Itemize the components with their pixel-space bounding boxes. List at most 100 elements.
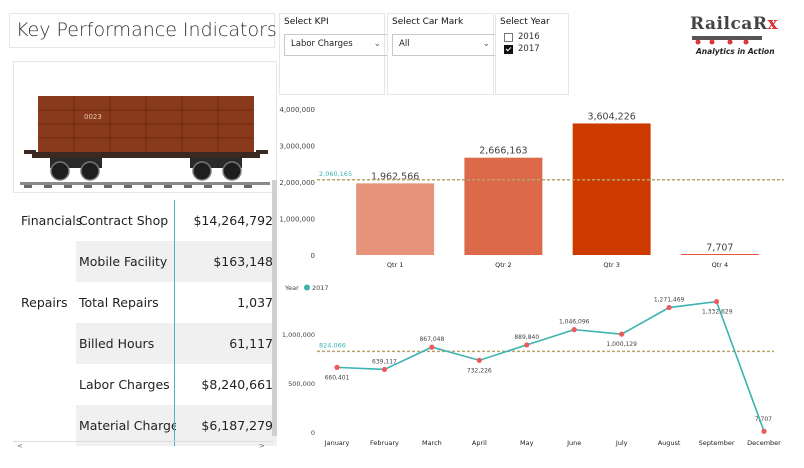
bar [464, 157, 543, 255]
table-row: Repairs Total Repairs 1,037 [13, 282, 273, 323]
car-mark-slicer-label: Select Car Mark [392, 17, 464, 27]
average-label: 824,066 [319, 341, 346, 349]
logo-train-icon [692, 36, 762, 45]
data-point [334, 364, 340, 370]
kpi-dropdown[interactable]: Labor Charges ⌄ [284, 34, 388, 56]
legend-series-label: 2017 [312, 284, 329, 292]
chevron-down-icon: ⌄ [482, 39, 490, 49]
y-tick-label: 1,000,000 [279, 216, 315, 224]
x-tick-label: Qtr 3 [603, 261, 620, 269]
data-point [524, 342, 530, 348]
row-group: Financials [21, 213, 83, 228]
x-tick-label: April [472, 439, 487, 447]
row-group [13, 405, 84, 446]
data-point [476, 357, 482, 363]
row-group [13, 323, 84, 364]
year-option-label: 2017 [518, 44, 540, 54]
bar-chart-svg: 0 1,000,000 2,000,000 3,000,000 4,000,000 1,9… [279, 106, 784, 269]
car-number: 0023 [84, 113, 102, 121]
bar-value-label: 1,962,566 [371, 171, 419, 182]
data-point [666, 304, 672, 311]
year-slicer: Select Year 2016 2017 [495, 13, 569, 95]
bar [572, 123, 651, 255]
table-row: Mobile Facility $163,148 [13, 241, 277, 282]
logo-wordmark: RailcaRx [690, 14, 779, 34]
data-point [429, 344, 435, 350]
railcarrx-logo: RailcaRx Analytics in Action [690, 14, 779, 62]
chevron-down-icon: ⌄ [373, 39, 381, 49]
table-vertical-scrollbar[interactable] [272, 180, 277, 436]
kpi-slicer-label: Select KPI [284, 17, 329, 27]
row-group [13, 364, 84, 405]
railcar-image: 0023 [13, 61, 277, 193]
x-tick-label: August [658, 439, 681, 447]
x-tick-label: Qtr 2 [495, 261, 512, 269]
title-card: Key Performance Indicators [9, 13, 277, 48]
kpi-slicer: Select KPI Labor Charges ⌄ [279, 13, 388, 95]
x-tick-label: September [699, 439, 735, 447]
x-tick-label: June [566, 439, 581, 447]
y-tick-label: 1,000,000 [282, 331, 315, 339]
scroll-right-icon[interactable]: > [259, 442, 265, 450]
table-row: Billed Hours 61,117 [13, 323, 277, 364]
bar-value-label: 7,707 [706, 243, 733, 254]
row-group [13, 241, 84, 282]
x-tick-label: May [520, 439, 534, 447]
row-value: $8,240,661 [201, 377, 273, 392]
y-tick-label: 3,000,000 [279, 143, 315, 151]
row-metric: Contract Shop [79, 213, 169, 228]
x-tick-label: Qtr 1 [387, 261, 404, 269]
y-tick-label: 4,000,000 [279, 106, 315, 114]
row-value: 61,117 [176, 323, 277, 364]
checkbox-unchecked-icon [504, 32, 513, 42]
year-option-2017[interactable]: 2017 [504, 44, 540, 54]
row-group: Repairs [21, 295, 68, 310]
scroll-left-icon[interactable]: < [17, 442, 23, 450]
row-value: $14,264,792 [193, 213, 273, 228]
year-option-label: 2016 [518, 32, 540, 42]
point-value-label: 867,048 [419, 336, 444, 343]
car-mark-dropdown[interactable]: All ⌄ [392, 34, 497, 56]
data-point [571, 327, 577, 333]
x-tick-label: January [324, 439, 350, 447]
point-value-label: 732,226 [467, 367, 492, 374]
table-row: Labor Charges $8,240,661 [13, 364, 273, 405]
bar-value-label: 3,604,226 [587, 111, 635, 122]
kpi-table: Financials Contract Shop $14,264,792 Mob… [13, 200, 277, 446]
point-value-label: 1,271,469 [654, 297, 685, 304]
page-title: Key Performance Indicators [16, 19, 277, 41]
point-value-label: 1,046,096 [559, 319, 590, 326]
y-tick-label: 2,000,000 [279, 179, 315, 187]
y-tick-label: 0 [311, 429, 315, 437]
car-mark-dropdown-value: All [399, 39, 410, 49]
point-value-label: 1,000,129 [606, 341, 637, 348]
point-value-label: 639,117 [372, 358, 397, 365]
kpi-dropdown-value: Labor Charges [291, 39, 353, 49]
row-value: 1,037 [237, 295, 273, 310]
x-tick-label: February [370, 439, 399, 447]
table-row: Financials Contract Shop $14,264,792 [13, 200, 273, 241]
row-metric: Material Charges [76, 405, 185, 446]
car-mark-slicer: Select Car Mark All ⌄ [387, 13, 497, 95]
line-chart-svg: Year 2017 0 500,000 1,000,000 824,066 660,401 J… [282, 284, 781, 447]
row-metric: Total Repairs [79, 295, 159, 310]
year-option-2016[interactable]: 2016 [504, 32, 540, 42]
table-row: Material Charges $6,187,279 [13, 405, 277, 446]
row-metric: Billed Hours [76, 323, 179, 364]
x-tick-label: March [422, 439, 442, 447]
row-value: $6,187,279 [176, 405, 277, 446]
x-tick-label: July [615, 439, 628, 447]
monthly-line-chart: Year 2017 0 500,000 1,000,000 824,066 660,401 J… [279, 277, 789, 451]
point-value-label: 1,332,629 [702, 309, 733, 316]
quarterly-bar-chart: 0 1,000,000 2,000,000 3,000,000 4,000,000 1,9… [279, 97, 789, 270]
point-value-label: 889,840 [514, 334, 539, 341]
checkbox-checked-icon [504, 44, 513, 54]
data-point [619, 331, 625, 337]
row-value: $163,148 [176, 241, 277, 282]
table-horizontal-scrollbar[interactable]: < > [13, 441, 273, 450]
x-tick-label: Qtr 4 [712, 261, 729, 269]
bar-value-label: 2,666,163 [479, 146, 527, 157]
table-column-divider [174, 200, 175, 446]
data-point [761, 428, 767, 434]
data-point [381, 366, 388, 373]
